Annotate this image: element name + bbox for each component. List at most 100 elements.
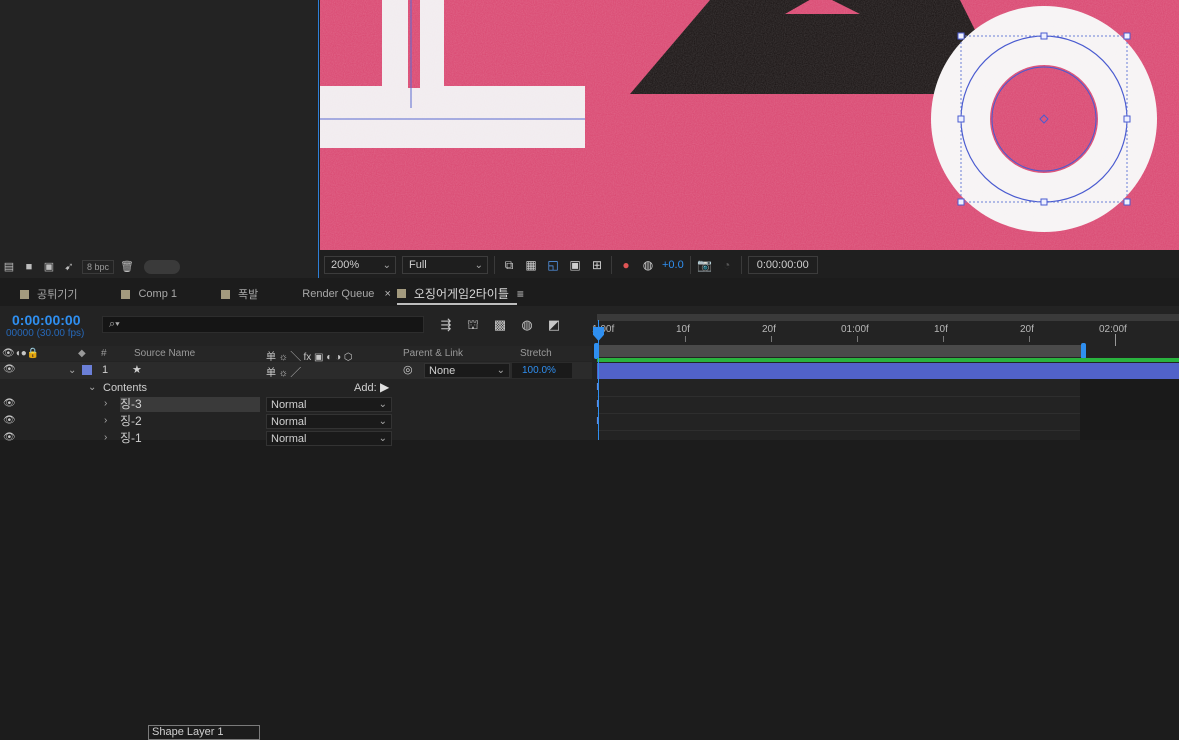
chevron-down-icon: ⌄ [382, 259, 391, 271]
divider [740, 256, 742, 274]
layer-name[interactable]: Shape Layer 1 [148, 725, 260, 740]
switches-header: 单 ☼ ╲ fx ▣ ◐ ◑ ⬡ [266, 352, 353, 363]
blend-mode-select[interactable]: Normal ⌄ [266, 431, 392, 446]
ruler-label: 02:00f [1099, 324, 1127, 335]
chevron-right-icon[interactable]: › [104, 415, 107, 426]
chevron-down-icon: ⌄ [378, 433, 387, 444]
divider [689, 256, 691, 274]
layer-number-header: # [101, 348, 107, 359]
tab-gongtwigi[interactable]: 공튀기기 [0, 283, 101, 305]
new-folder-icon[interactable]: ■ [22, 261, 36, 273]
chevron-down-icon: ⌄ [496, 365, 505, 376]
shape-group-name[interactable]: 징-1 [120, 431, 260, 446]
shape-group-name[interactable]: 징-3 [120, 397, 260, 412]
region-of-interest-icon[interactable]: ▣ [567, 257, 583, 273]
snapshot-camera-icon[interactable]: 📷 [697, 257, 713, 273]
zoom-select[interactable]: 200% ⌄ [324, 256, 396, 274]
flowchart-icon[interactable]: ➹ [62, 261, 76, 273]
zoom-value: 200% [331, 259, 360, 271]
track-divider [597, 430, 1080, 431]
contents-row[interactable]: ⌄ Contents Add: ▶ [0, 380, 592, 397]
tab-pokbal[interactable]: 폭발 [201, 283, 282, 305]
comp-color-swatch [396, 288, 406, 298]
chevron-down-icon: ⌄ [378, 416, 387, 427]
fast-previews-icon[interactable]: ⧉ [501, 257, 517, 273]
stretch-value[interactable]: 100.0% [512, 363, 572, 378]
close-tab-icon[interactable]: × [384, 288, 390, 300]
contents-label: Contents [103, 382, 148, 394]
shape-group-row[interactable]: 👁 › 징-3 Normal ⌄ [0, 396, 592, 413]
ruler-tick [1029, 336, 1030, 342]
layer-row[interactable]: 👁 ⌄ 1 ★ Shape Layer 1 单 ☼ ╱ ◎ None ⌄ 100… [0, 362, 592, 740]
layer-label-color[interactable] [82, 365, 92, 375]
resolution-select[interactable]: Full ⌄ [402, 256, 488, 274]
timeline-tabs: 공튀기기 Comp 1 폭발 Render Queue × 오징어게임2타이틀 … [0, 283, 1179, 305]
composition-mini-flowchart-icon[interactable]: ⇶ [436, 316, 456, 334]
chevron-right-icon[interactable]: › [104, 398, 107, 409]
show-snapshot-icon[interactable]: ◔ [719, 257, 735, 273]
stretch-header[interactable]: Stretch [520, 348, 552, 359]
visibility-eye-icon[interactable]: 👁 [3, 432, 16, 443]
grid-guides-icon[interactable]: ⊞ [589, 257, 605, 273]
add-play-icon[interactable]: ▶ [380, 380, 389, 394]
ruler-tick [1115, 334, 1116, 346]
hide-shy-layers-icon[interactable]: ▩ [490, 316, 510, 334]
draft-3d-icon[interactable]: ⛫ [463, 316, 483, 334]
layer-duration-bar[interactable] [597, 363, 1179, 379]
exposure-value[interactable]: +0.0 [662, 259, 684, 271]
beyond-comp-area [1080, 379, 1179, 440]
search-icon: ⌕▾ [109, 318, 120, 330]
shape-group-row[interactable]: 👁 › 징-1 Normal ⌄ [0, 430, 592, 447]
project-toolbar: ▤ ■ ▣ ➹ 8 bpc 🗑 [0, 256, 318, 278]
color-channels-icon[interactable]: ● [618, 257, 634, 273]
composition-canvas[interactable] [320, 0, 1179, 250]
parent-select[interactable]: None ⌄ [424, 363, 510, 378]
layer-switches[interactable]: 单 ☼ ╱ [266, 364, 301, 379]
visibility-eye-icon[interactable]: 👁 [3, 398, 16, 409]
parent-value: None [429, 364, 456, 377]
viewer-footer: 200% ⌄ Full ⌄ ⧉ ▦ ◱ ▣ ⊞ ● ◍ +0.0 📷 ◔ 0:0… [320, 253, 1179, 277]
ruler-label: 20f [1020, 324, 1034, 335]
chevron-down-icon[interactable]: ⌄ [88, 382, 96, 393]
pickwhip-icon[interactable]: ◎ [403, 363, 413, 376]
current-timecode[interactable]: 0:00:00:00 [12, 312, 81, 328]
bit-depth-button[interactable]: 8 bpc [82, 260, 115, 274]
motion-blur-icon[interactable]: ◩ [544, 316, 564, 334]
viewer-current-time[interactable]: 0:00:00:00 [747, 256, 818, 274]
interpret-footage-icon[interactable]: ▤ [2, 261, 16, 273]
ruler-tick [857, 336, 858, 342]
visibility-eye-icon[interactable]: 👁 [3, 415, 16, 426]
chevron-right-icon[interactable]: › [104, 432, 107, 443]
parent-link-header[interactable]: Parent & Link [403, 348, 463, 359]
mask-visibility-icon[interactable]: ◱ [545, 257, 561, 273]
shape-layer-star-icon: ★ [132, 364, 142, 376]
blend-mode-select[interactable]: Normal ⌄ [266, 397, 392, 412]
new-composition-icon[interactable]: ▣ [42, 261, 56, 273]
shape-group-row[interactable]: 👁 › 징-2 Normal ⌄ [0, 413, 592, 430]
frame-blending-icon[interactable]: ◍ [517, 316, 537, 334]
chevron-down-icon[interactable]: ⌄ [68, 365, 76, 376]
time-navigator[interactable] [597, 314, 1179, 321]
work-area-bar[interactable] [597, 345, 1084, 357]
label-tag-icon: ◆ [78, 348, 86, 359]
trash-icon[interactable]: 🗑 [120, 261, 134, 273]
panel-menu-icon[interactable]: ≡ [517, 287, 524, 301]
blend-mode-select[interactable]: Normal ⌄ [266, 414, 392, 429]
tab-label: Comp 1 [138, 288, 178, 300]
project-scrollbar[interactable] [144, 260, 181, 274]
canvas-artwork [320, 0, 1179, 250]
work-area-end-handle[interactable] [1081, 343, 1086, 359]
visibility-eye-icon[interactable]: 👁 [3, 364, 16, 375]
comp-color-swatch [20, 289, 29, 299]
shape-group-name[interactable]: 징-2 [120, 414, 260, 429]
source-name-header[interactable]: Source Name [134, 348, 195, 359]
reset-exposure-icon[interactable]: ◍ [640, 257, 656, 273]
keyframe-marker-icon: I [596, 382, 599, 393]
tab-comp-1[interactable]: Comp 1 [101, 283, 201, 305]
layer-search-input[interactable]: ⌕▾ [102, 316, 424, 333]
tab-squid-game-title[interactable]: 오징어게임2타이틀 [396, 283, 517, 305]
ruler-label: 10f [676, 324, 690, 335]
transparency-grid-icon[interactable]: ▦ [523, 257, 539, 273]
layer-index: 1 [102, 364, 109, 376]
render-cache-bar [597, 358, 1179, 362]
